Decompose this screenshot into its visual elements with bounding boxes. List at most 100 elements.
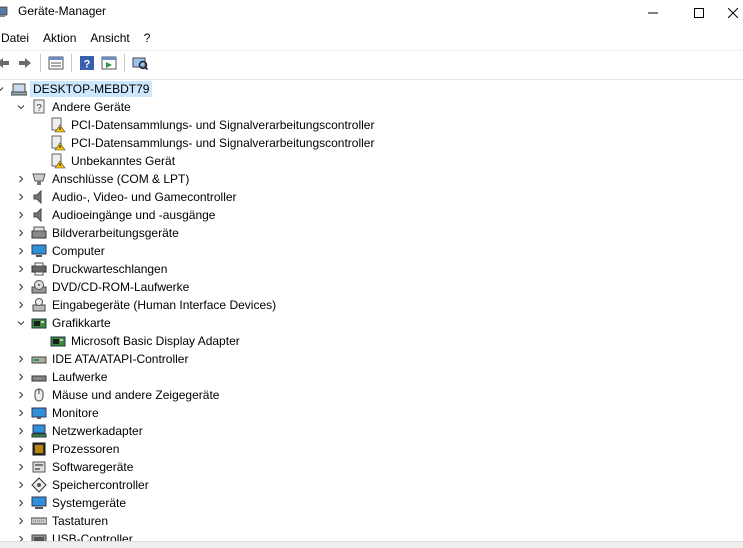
disk-drive-icon [31,375,47,382]
category-label: DVD/CD-ROM-Laufwerke [52,280,190,294]
category-label: Audioeingänge und -ausgänge [52,208,216,222]
expand-chevron-icon[interactable] [16,170,26,188]
properties-icon [48,56,64,69]
speaker-icon [33,207,42,223]
forward-arrow-icon [19,57,31,68]
back-arrow-icon [0,57,9,68]
category-label: Andere Geräte [52,100,131,114]
expand-chevron-icon[interactable] [16,440,26,458]
minimize-button[interactable] [630,0,676,26]
warning-device-icon [51,117,66,133]
collapse-chevron-icon[interactable] [16,98,26,116]
category-label: Grafikkarte [52,316,111,330]
tree-root-label: DESKTOP-MEBDT79 [30,81,153,97]
category-label: Softwaregeräte [52,460,134,474]
expand-chevron-icon[interactable] [16,404,26,422]
svg-text:?: ? [84,58,91,70]
minimize-icon [648,12,658,14]
printer-icon [31,262,47,276]
back-button[interactable] [0,52,14,74]
menu-datei[interactable]: Datei [0,28,36,48]
scan-hardware-button[interactable] [129,52,151,74]
help-icon: ? [80,55,94,70]
scan-hardware-icon [132,57,148,70]
expand-chevron-icon[interactable] [16,224,26,242]
mouse-icon [34,388,44,402]
expand-chevron-icon[interactable] [16,422,26,440]
toolbar-separator [124,53,125,72]
menu-bar: Datei Aktion Ansicht ? [0,28,743,48]
expand-chevron-icon[interactable] [16,260,26,278]
display-adapter-icon [50,336,66,347]
speaker-icon [33,189,42,205]
device-label: Unbekanntes Gerät [71,154,176,168]
warning-device-icon [51,135,66,151]
category-label: Druckwarteschlangen [52,262,168,276]
window-title: Geräte-Manager [18,4,107,18]
status-bar [0,541,743,548]
software-device-icon [32,461,46,473]
maximize-button[interactable] [676,0,722,26]
expand-chevron-icon[interactable] [16,476,26,494]
device-label: PCI-Datensammlungs- und Signalverarbeitu… [71,118,375,132]
expand-chevron-icon[interactable] [16,296,26,314]
category-label: Prozessoren [52,442,120,456]
computer-icon [31,244,47,257]
scanner-icon [31,226,47,239]
ide-controller-icon [31,356,47,364]
unknown-devices-icon: ? [33,99,45,114]
forward-button[interactable] [14,52,36,74]
warning-device-icon [51,153,66,169]
category-label: IDE ATA/ATAPI-Controller [52,352,189,366]
collapse-chevron-icon[interactable] [0,80,5,98]
category-label: Netzwerkadapter [52,424,143,438]
device-tree: DESKTOP-MEBDT79 ? Andere Geräte PCI-Date… [0,79,743,541]
device-label: PCI-Datensammlungs- und Signalverarbeitu… [71,136,375,150]
category-label: Computer [52,244,105,258]
network-adapter-icon [31,424,47,438]
device-manager-app-icon [0,6,8,17]
menu-help[interactable]: ? [137,28,158,48]
port-icon [32,173,46,185]
processor-icon [32,442,46,456]
category-label: Tastaturen [52,514,109,528]
dvd-drive-icon [31,280,47,294]
close-button[interactable] [722,0,743,26]
properties-button[interactable] [45,52,67,74]
menu-aktion[interactable]: Aktion [36,28,83,48]
computer-root-icon [11,83,27,96]
expand-chevron-icon[interactable] [16,206,26,224]
help-button[interactable]: ? [76,52,98,74]
toolbar-separator [71,53,72,72]
expand-chevron-icon[interactable] [16,188,26,206]
monitor-icon [31,407,47,419]
category-label: Eingabegeräte (Human Interface Devices) [52,298,277,312]
category-label: Systemgeräte [52,496,127,510]
expand-chevron-icon[interactable] [16,368,26,386]
category-label: Speichercontroller [52,478,149,492]
category-label: Monitore [52,406,99,420]
expand-chevron-icon[interactable] [16,530,26,541]
expand-chevron-icon[interactable] [16,458,26,476]
usb-controller-icon [31,534,47,541]
category-label: Laufwerke [52,370,108,384]
maximize-icon [694,8,704,18]
expand-chevron-icon[interactable] [16,512,26,530]
device-label: Microsoft Basic Display Adapter [71,334,240,348]
expand-chevron-icon[interactable] [16,386,26,404]
svg-text:?: ? [36,103,42,114]
category-label: Anschlüsse (COM & LPT) [52,172,190,186]
system-device-icon [31,496,47,509]
category-label: Mäuse und andere Zeigegeräte [52,388,220,402]
category-label: USB-Controller [52,532,133,541]
update-driver-icon [101,56,117,69]
update-driver-button[interactable] [98,52,120,74]
toolbar-separator [40,53,41,72]
expand-chevron-icon[interactable] [16,278,26,296]
collapse-chevron-icon[interactable] [16,314,26,332]
expand-chevron-icon[interactable] [16,494,26,512]
expand-chevron-icon[interactable] [16,242,26,260]
menu-ansicht[interactable]: Ansicht [83,28,136,48]
expand-chevron-icon[interactable] [16,350,26,368]
toolbar: ? [0,50,743,74]
